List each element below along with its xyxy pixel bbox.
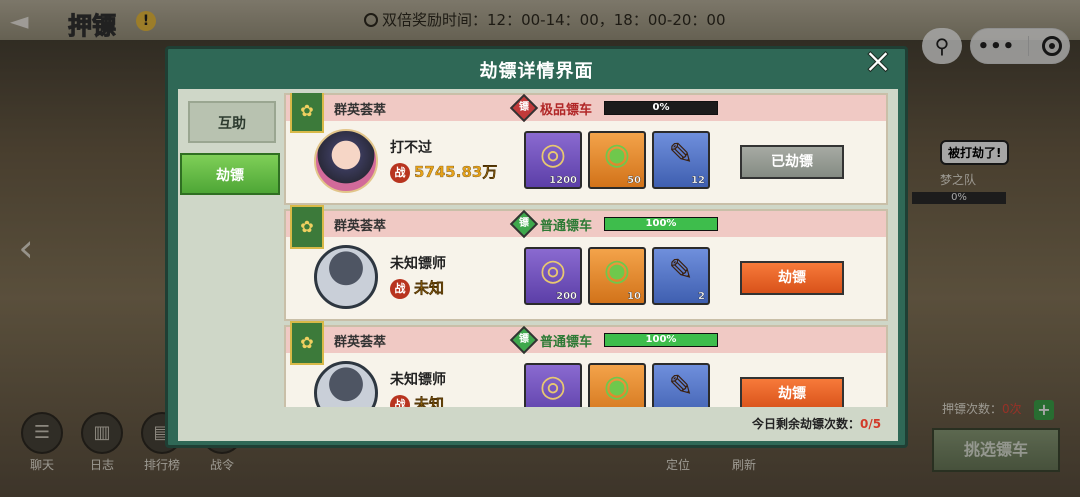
team-banner-icon: ✿ <box>290 205 324 249</box>
close-icon[interactable]: ✕ <box>860 45 896 82</box>
cart-hp-bar: 0% <box>604 101 718 115</box>
coin-icon: ◎ <box>539 369 567 404</box>
reward-items: ◎ ◉ ✎ <box>524 363 710 407</box>
brush-icon: ✎ <box>668 253 694 288</box>
tab-mutual-help[interactable]: 互助 <box>188 101 276 143</box>
avatar[interactable] <box>314 129 378 193</box>
player-name: 未知镖师 <box>390 372 446 388</box>
rob-card: ✿ 群英荟萃 镖 普通镖车 100% 未知镖师 战 未知 ◎ 200 ◉ 10 … <box>284 205 888 321</box>
team-name: 群英荟萃 <box>334 219 387 234</box>
brush-icon: ✎ <box>668 137 694 172</box>
brush-item[interactable]: ✎ 12 <box>652 131 710 189</box>
team-banner-icon: ✿ <box>290 93 324 133</box>
jade-icon: ◉ <box>603 369 631 404</box>
power-value: 5745.83万 <box>414 163 498 181</box>
cart-type: 普通镖车 <box>540 335 593 350</box>
modal-title: 劫镖详情界面 <box>479 61 594 82</box>
reward-items: ◎ 200 ◉ 10 ✎ 2 <box>524 247 710 305</box>
cart-hp-bar: 100% <box>604 217 718 231</box>
coin-item[interactable]: ◎ <box>524 363 582 407</box>
cart-hp-bar: 100% <box>604 333 718 347</box>
remaining-label: 今日剩余劫镖次数： <box>752 417 861 431</box>
coin-icon: ◎ <box>539 253 567 288</box>
avatar[interactable] <box>314 245 378 309</box>
brush-item[interactable]: ✎ <box>652 363 710 407</box>
brush-icon: ✎ <box>668 369 694 404</box>
rob-card: ✿ 群英荟萃 镖 普通镖车 100% 未知镖师 战 未知 ◎ ◉ ✎ 劫镖 <box>284 321 888 407</box>
jade-icon: ◉ <box>603 253 631 288</box>
brush-item[interactable]: ✎ 2 <box>652 247 710 305</box>
item-count: 10 <box>627 291 641 302</box>
power-value: 未知 <box>414 279 445 297</box>
jade-icon: ◉ <box>603 137 631 172</box>
power-value: 未知 <box>414 395 445 407</box>
cart-hp-text: 100% <box>645 218 677 229</box>
coin-item[interactable]: ◎ 1200 <box>524 131 582 189</box>
rob-list[interactable]: ✿ 群英荟萃 镖 极品镖车 0% 打不过 战 5745.83万 ◎ 1200 ◉… <box>284 93 888 407</box>
reward-items: ◎ 1200 ◉ 50 ✎ 12 <box>524 131 710 189</box>
power-icon: 战 <box>390 163 410 183</box>
avatar[interactable] <box>314 361 378 407</box>
team-name: 群英荟萃 <box>334 103 387 118</box>
team-banner-icon: ✿ <box>290 321 324 365</box>
rob-button[interactable]: 劫镖 <box>740 261 844 295</box>
cart-hp-text: 100% <box>645 334 677 345</box>
remaining-value: 0/5 <box>860 417 882 431</box>
rob-card: ✿ 群英荟萃 镖 极品镖车 0% 打不过 战 5745.83万 ◎ 1200 ◉… <box>284 93 888 205</box>
coin-icon: ◎ <box>539 137 567 172</box>
jade-item[interactable]: ◉ 50 <box>588 131 646 189</box>
power-icon: 战 <box>390 279 410 299</box>
item-count: 200 <box>556 291 577 302</box>
rob-detail-modal: 劫镖详情界面 ✕ 互助 劫镖 ✿ 群英荟萃 镖 极品镖车 0% 打不过 战 57… <box>165 45 908 448</box>
player-name: 打不过 <box>390 140 432 156</box>
tab-rob[interactable]: 劫镖 <box>180 153 280 195</box>
cart-hp-text: 0% <box>652 102 670 113</box>
remaining-rob-count: 今日剩余劫镖次数：0/5 <box>752 415 881 432</box>
team-name: 群英荟萃 <box>334 335 387 350</box>
player-name: 未知镖师 <box>390 256 446 272</box>
item-count: 2 <box>698 291 705 302</box>
jade-item[interactable]: ◉ 10 <box>588 247 646 305</box>
rob-button[interactable]: 劫镖 <box>740 377 844 407</box>
item-count: 1200 <box>549 175 577 186</box>
power-icon: 战 <box>390 395 410 407</box>
jade-item[interactable]: ◉ <box>588 363 646 407</box>
item-count: 12 <box>691 175 705 186</box>
cart-type: 普通镖车 <box>540 219 593 234</box>
item-count: 50 <box>627 175 641 186</box>
modal-content: 互助 劫镖 ✿ 群英荟萃 镖 极品镖车 0% 打不过 战 5745.83万 ◎ … <box>178 89 898 441</box>
coin-item[interactable]: ◎ 200 <box>524 247 582 305</box>
robbed-button[interactable]: 已劫镖 <box>740 145 844 179</box>
cart-type: 极品镖车 <box>540 103 593 118</box>
